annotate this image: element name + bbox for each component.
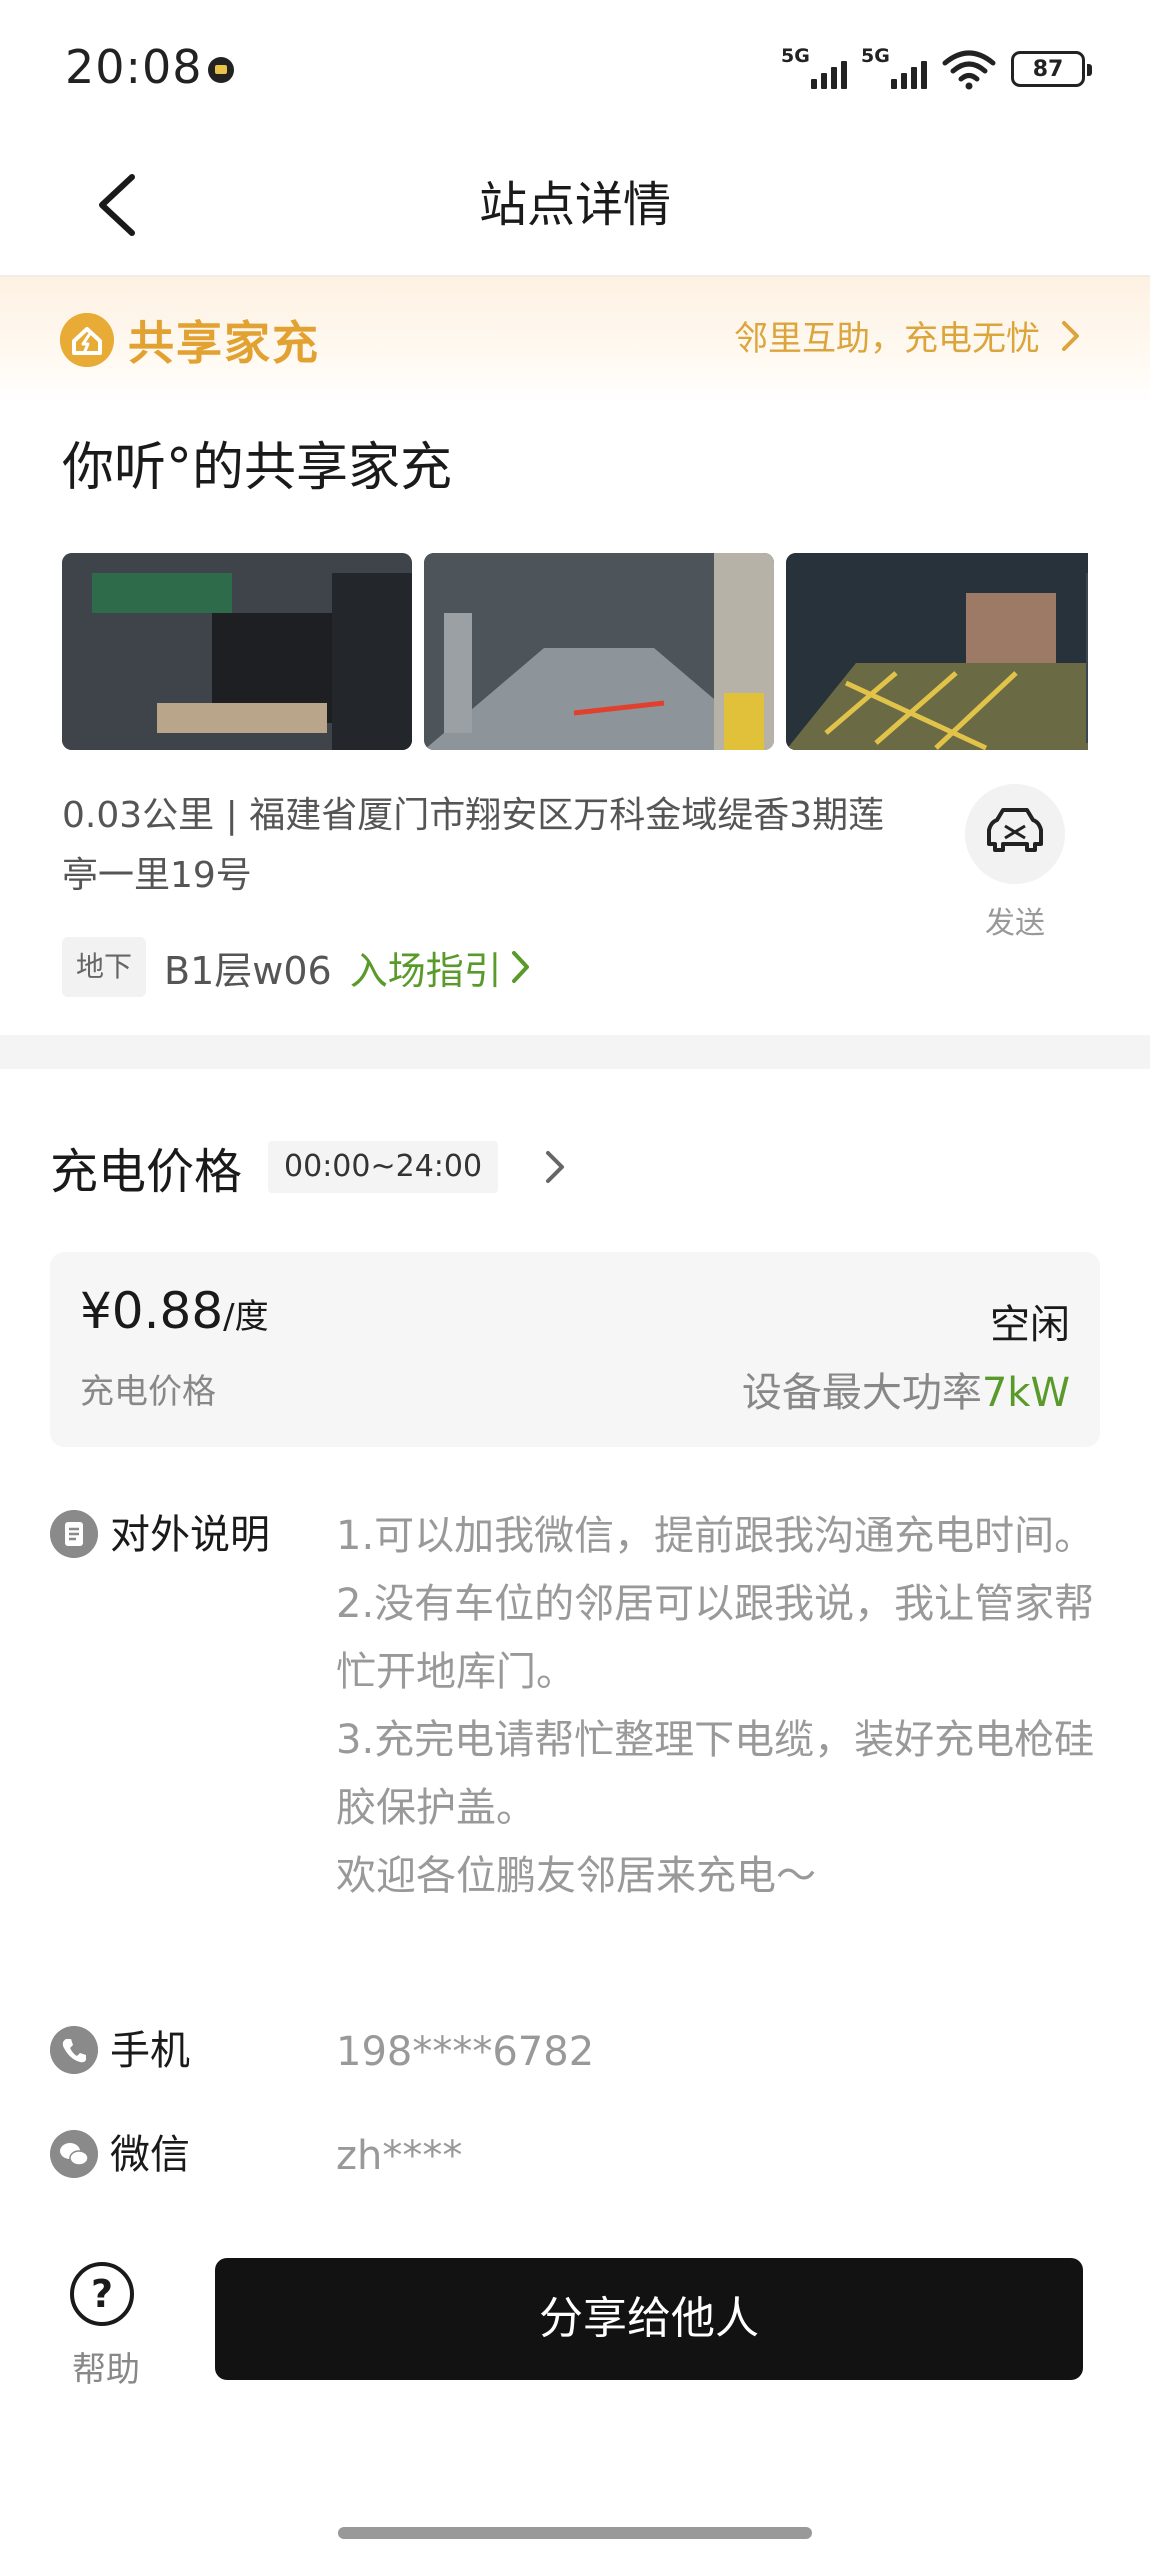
notice-row: 对外说明 1.可以加我微信，提前跟我沟通充电时间。 2.没有车位的邻居可以跟我说… [50,1502,1110,1962]
phone-number[interactable]: 198****6782 [336,2018,1126,2086]
max-power: 设备最大功率7kW [741,1370,1070,1416]
section-divider [0,1035,1150,1069]
chevron-right-icon [511,951,529,983]
banner-slogan-link[interactable]: 邻里互助，充电无忧 [734,311,1082,360]
document-icon [50,1510,98,1558]
chevron-right-icon [546,1151,565,1183]
station-address: 0.03公里 | 福建省厦门市翔安区万科金域缇香3期莲亭一里19号 [62,795,885,896]
phone-row[interactable]: 手机 198****6782 [50,2018,1110,2086]
phone-label: 手机 [110,2028,190,2074]
wechat-row[interactable]: 微信 zh**** [50,2122,1110,2190]
charger-status: 空闲 [990,1302,1070,1348]
notice-line: 3.充完电请帮忙整理下电缆，装好充电枪硅胶保护盖。 [336,1717,1095,1831]
chevron-right-icon [1062,320,1079,351]
page-title: 站点详情 [478,177,671,233]
floor-row: 地下 B1层w06 入场指引 [62,936,532,998]
notice-label: 对外说明 [110,1512,270,1558]
shared-charging-banner[interactable]: 共享家充 邻里互助，充电无忧 [0,277,1150,402]
send-to-car-button[interactable] [965,784,1065,884]
wifi-icon [942,50,996,90]
price-unit: /度 [223,1297,269,1337]
share-button[interactable]: 分享给他人 [215,2258,1083,2380]
station-photo-gallery[interactable] [62,553,1088,750]
send-label: 发送 [985,906,1045,941]
price-label: 充电价格 [80,1372,216,1412]
station-photo-entrance[interactable] [62,553,412,750]
status-icons: 5G 5G 87 [781,44,1092,94]
banner-brand: 共享家充 [128,316,320,370]
help-label: 帮助 [72,2350,140,2390]
notice-line: 欢迎各位鹏友邻居来充电～ [336,1853,816,1899]
notice-line: 1.可以加我微信，提前跟我沟通充电时间。 [336,1513,1095,1559]
price-header[interactable]: 充电价格 00:00~24:00 [50,1130,574,1204]
station-distance: 0.03公里 [62,795,215,836]
cellular-signal-icon-2: 5G [861,45,927,91]
floor-tag: 地下 [62,937,147,997]
floor-text: B1层w06 [164,948,332,993]
notification-icon [208,57,234,83]
price-time-range: 00:00~24:00 [268,1141,499,1193]
nav-bar: 站点详情 [0,135,1150,275]
notice-line: 2.没有车位的邻居可以跟我说，我让管家帮忙开地库门。 [336,1581,1095,1695]
notice-text: 1.可以加我微信，提前跟我沟通充电时间。 2.没有车位的邻居可以跟我说，我让管家… [336,1502,1126,1910]
help-button[interactable]: ? 帮助 [62,2258,150,2390]
cellular-signal-icon: 5G [781,45,847,91]
max-power-value: 7kW [981,1370,1070,1416]
wechat-id[interactable]: zh**** [336,2122,1126,2190]
price-section-title: 充电价格 [50,1144,243,1200]
status-time: 20:08 [65,40,203,94]
station-name: 你听°的共享家充 [62,438,453,498]
question-mark-icon: ? [70,2262,134,2326]
price-value: ¥0.88/度 [80,1282,269,1340]
home-charge-logo-icon [60,313,114,367]
price-card: ¥0.88/度 充电价格 空闲 设备最大功率7kW [50,1252,1100,1447]
home-indicator[interactable] [338,2527,812,2539]
entry-guide-link[interactable]: 入场指引 [350,940,532,995]
wechat-icon [50,2130,98,2178]
phone-icon [50,2026,98,2074]
entry-guide-label: 入场指引 [349,948,502,993]
station-photo-parking-spot[interactable] [786,553,1088,750]
wechat-label: 微信 [110,2132,190,2178]
battery-icon: 87 [1011,51,1092,87]
status-bar: 20:08 5G 5G 87 [0,0,1150,135]
station-photo-garage[interactable] [424,553,774,750]
banner-slogan: 邻里互助，充电无忧 [734,319,1040,359]
